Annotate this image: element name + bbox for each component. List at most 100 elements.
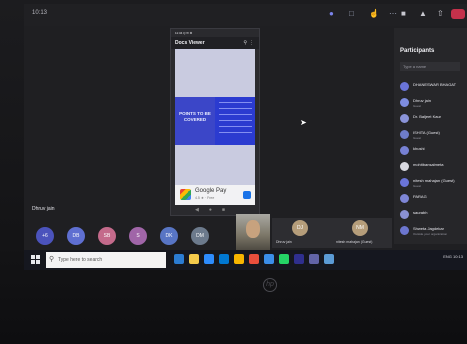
meeting-actions: ● □ ☝ ⋯ bbox=[329, 10, 397, 18]
participant-role: Guest bbox=[413, 104, 422, 108]
mic-icon[interactable]: ▲ bbox=[419, 10, 427, 18]
phone-status-bar: 11:34 Q ✉ ⚙ bbox=[175, 31, 193, 35]
taskbar-app-icon[interactable] bbox=[294, 254, 304, 264]
taskbar-app-icon[interactable] bbox=[309, 254, 319, 264]
participant-search-input[interactable]: Type a name bbox=[400, 62, 460, 71]
docs-viewer-title: Docs Viewer bbox=[175, 40, 205, 46]
participant-avatar bbox=[400, 98, 409, 107]
video-tile[interactable] bbox=[236, 214, 270, 250]
docs-viewer-icons: ⚲⋮ bbox=[243, 40, 256, 46]
participant-row[interactable]: mohitbansalmeta bbox=[400, 160, 466, 174]
participant-row[interactable]: Dhruv jain Guest bbox=[400, 96, 466, 110]
participant-avatar bbox=[400, 162, 409, 171]
taskbar-app-icon[interactable] bbox=[189, 254, 199, 264]
windows-start-icon[interactable] bbox=[31, 255, 40, 264]
participant-avatar bbox=[400, 114, 409, 123]
system-tray: ENG 10:13 bbox=[443, 254, 463, 259]
share-icon[interactable]: ⇧ bbox=[437, 10, 445, 18]
chat-icon[interactable]: □ bbox=[349, 10, 357, 18]
participant-name: ISHITA (Guest) bbox=[413, 130, 440, 135]
docs-viewer-header: Docs Viewer ⚲⋮ bbox=[171, 37, 259, 49]
participant-role: Outside your organization bbox=[413, 232, 448, 236]
raise-hand-icon[interactable]: ☝ bbox=[369, 10, 379, 18]
tile-name: nitesh mahajan (Guest) bbox=[336, 240, 373, 244]
taskbar-app-icon[interactable] bbox=[174, 254, 184, 264]
presenter-name: Dhruv jain bbox=[32, 206, 55, 212]
participant-avatar bbox=[400, 210, 409, 219]
tile-avatar: NM bbox=[352, 220, 368, 236]
taskbar-app-icon[interactable] bbox=[204, 254, 214, 264]
participant-avatar[interactable]: DB bbox=[67, 227, 85, 245]
taskbar-apps bbox=[174, 254, 334, 264]
taskbar-search-placeholder: Type here to search bbox=[58, 257, 103, 263]
participant-name: saurabh bbox=[413, 210, 428, 215]
participant-row[interactable]: PARAG bbox=[400, 192, 466, 206]
participant-video bbox=[246, 220, 260, 238]
page-area bbox=[175, 49, 255, 97]
participant-row[interactable]: Dr. Baljeet Kaur bbox=[400, 112, 466, 126]
participant-avatar bbox=[400, 146, 409, 155]
participant-row[interactable]: nitesh mahajan (Guest) Guest bbox=[400, 176, 466, 190]
participant-avatar bbox=[400, 226, 409, 235]
presentation-slide: POINTS TO BE COVERED bbox=[175, 97, 255, 145]
participant-avatar bbox=[400, 178, 409, 187]
call-timer: 10:13 bbox=[32, 10, 48, 16]
participant-name: PARAG bbox=[413, 194, 427, 199]
participant-row[interactable]: saurabh bbox=[400, 208, 466, 222]
hangup-button[interactable] bbox=[451, 9, 465, 19]
slide-bullets bbox=[215, 97, 255, 145]
phone-nav-bar: ◀●■ bbox=[195, 207, 235, 213]
participant-row[interactable]: ISHITA (Guest) Guest bbox=[400, 128, 466, 142]
taskbar-app-icon[interactable] bbox=[234, 254, 244, 264]
participant-role: Guest bbox=[413, 184, 422, 188]
windows-taskbar: ⚲ Type here to search ENG 10:13 bbox=[24, 250, 467, 270]
camera-icon[interactable]: ■ bbox=[401, 10, 409, 18]
meeting-toolbar: 10:13 ● □ ☝ ⋯ ■ ▲ ⇧ bbox=[24, 4, 467, 26]
taskbar-app-icon[interactable] bbox=[264, 254, 274, 264]
taskbar-app-icon[interactable] bbox=[249, 254, 259, 264]
screen: 10:13 ● □ ☝ ⋯ ■ ▲ ⇧ 11:34 Q ✉ ⚙ Docs Vie… bbox=[24, 4, 467, 270]
participant-avatar bbox=[400, 130, 409, 139]
shared-screen: 11:34 Q ✉ ⚙ Docs Viewer ⚲⋮ POINTS TO BE … bbox=[170, 28, 260, 216]
google-pay-ad[interactable]: Google Pay 4.5 ★ · Free bbox=[175, 185, 255, 205]
participant-name: Dhruv jain bbox=[413, 98, 432, 103]
participant-avatar[interactable]: DK bbox=[160, 227, 178, 245]
participant-name: Shweta Jagdekar bbox=[413, 226, 444, 231]
google-pay-logo-icon bbox=[180, 189, 191, 200]
participant-tile[interactable]: DJ Dhruv jain bbox=[272, 218, 332, 248]
participant-name: Dr. Baljeet Kaur bbox=[413, 114, 442, 119]
taskbar-search-input[interactable]: ⚲ Type here to search bbox=[46, 252, 166, 268]
page-area bbox=[175, 145, 255, 185]
participant-tile[interactable]: NM nitesh mahajan (Guest) bbox=[332, 218, 392, 248]
taskbar-app-icon[interactable] bbox=[219, 254, 229, 264]
more-icon[interactable]: ⋯ bbox=[389, 10, 397, 18]
mouse-cursor-icon: ➤ bbox=[300, 118, 307, 127]
participant-avatar[interactable]: S bbox=[129, 227, 147, 245]
ad-subtitle: 4.5 ★ · Free bbox=[195, 196, 215, 200]
participant-name: mohitbansalmeta bbox=[413, 162, 444, 167]
participants-title: Participants bbox=[400, 48, 435, 54]
ad-title: Google Pay bbox=[195, 188, 227, 194]
participant-avatar bbox=[400, 194, 409, 203]
call-controls: ■ ▲ ⇧ bbox=[401, 10, 445, 18]
participant-row[interactable]: khushi bbox=[400, 144, 466, 158]
people-icon[interactable]: ● bbox=[329, 10, 337, 18]
taskbar-app-icon[interactable] bbox=[324, 254, 334, 264]
hp-logo: hp bbox=[263, 278, 277, 292]
participant-name: nitesh mahajan (Guest) bbox=[413, 178, 455, 183]
slide-heading: POINTS TO BE COVERED bbox=[175, 97, 215, 145]
tile-name: Dhruv jain bbox=[276, 240, 292, 244]
participant-avatar bbox=[400, 82, 409, 91]
participant-role: Guest bbox=[413, 136, 422, 140]
participant-name: DHANESWAR BHAGAT bbox=[413, 82, 457, 87]
participant-avatar[interactable]: SB bbox=[98, 227, 116, 245]
search-icon: ⚲ bbox=[49, 256, 55, 263]
participant-avatar[interactable]: +6 bbox=[36, 227, 54, 245]
participant-row[interactable]: Shweta Jagdekar Outside your organization bbox=[400, 224, 466, 238]
install-button[interactable] bbox=[243, 191, 251, 199]
tile-avatar: DJ bbox=[292, 220, 308, 236]
participant-row[interactable]: DHANESWAR BHAGAT bbox=[400, 80, 466, 94]
taskbar-app-icon[interactable] bbox=[279, 254, 289, 264]
participant-avatar[interactable]: DM bbox=[191, 227, 209, 245]
participants-panel: Participants Type a name DHANESWAR BHAGA… bbox=[394, 28, 467, 244]
